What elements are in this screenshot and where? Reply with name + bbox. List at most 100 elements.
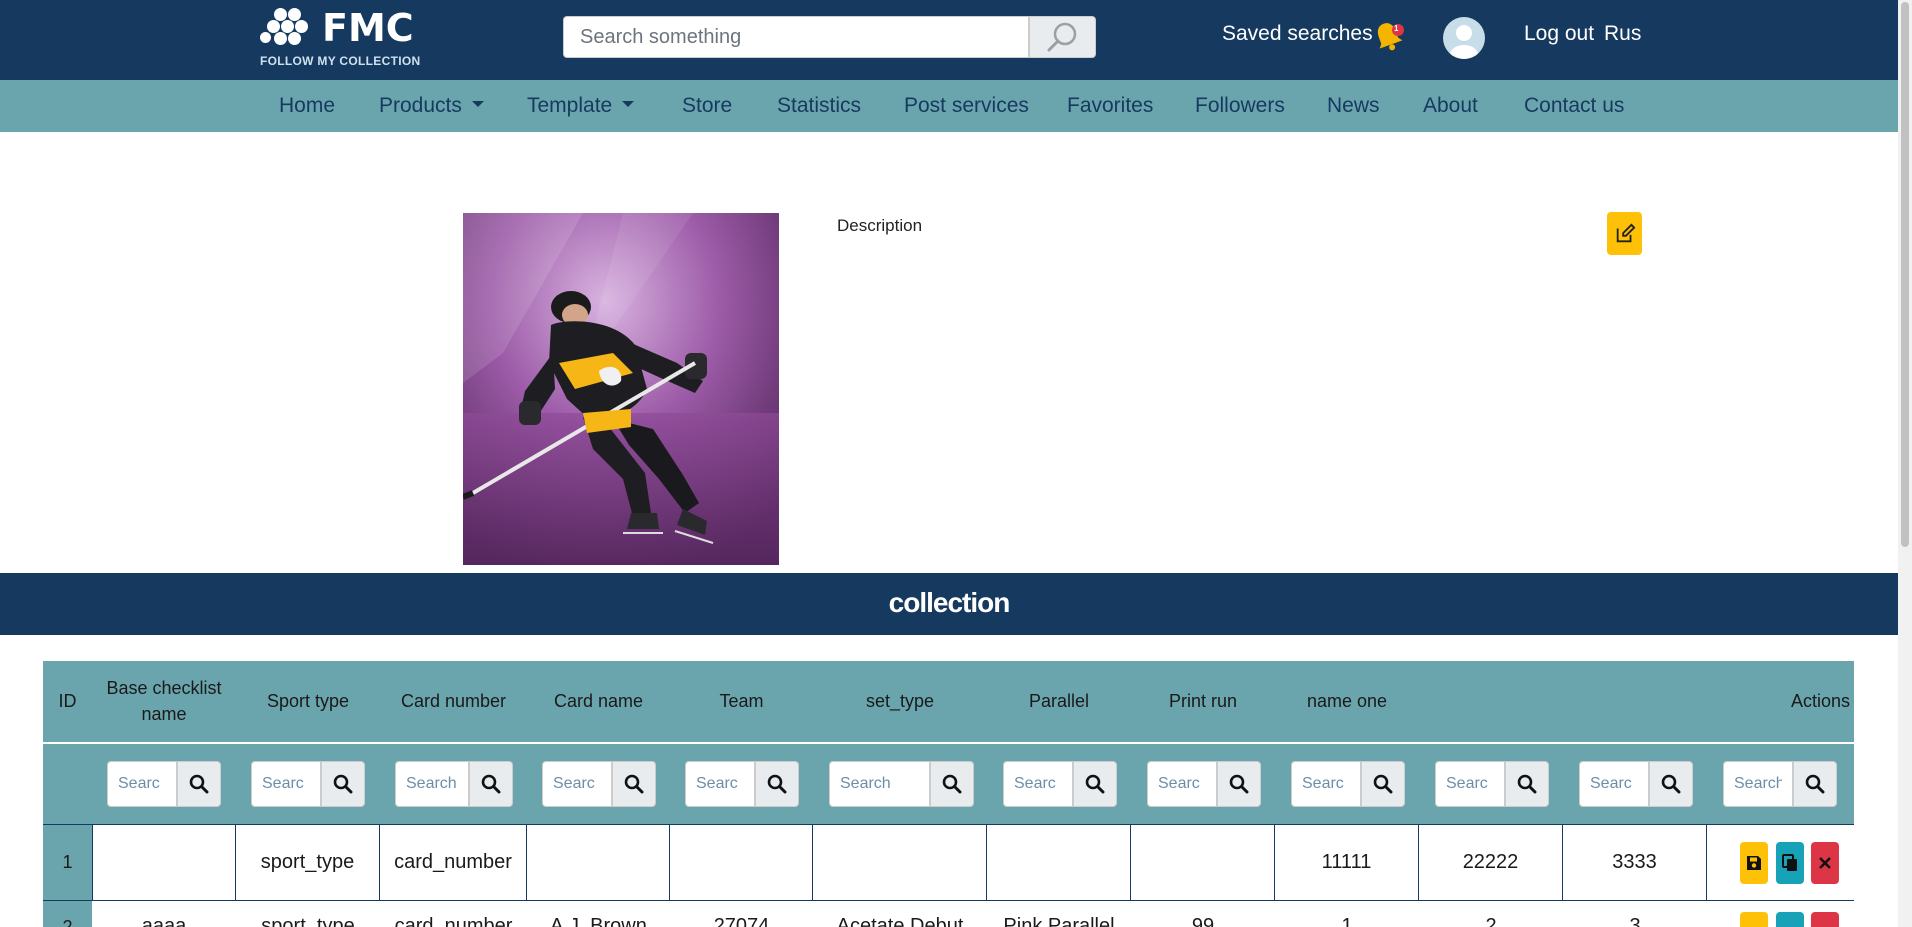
cell-set-type[interactable]: Acetate Debut	[813, 901, 987, 927]
nav-store[interactable]: Store	[682, 94, 732, 118]
filter-input[interactable]	[685, 761, 755, 807]
column-header-parallel[interactable]: Parallel	[987, 661, 1131, 742]
search-icon	[1229, 774, 1249, 794]
copy-icon	[1782, 854, 1797, 871]
delete-row-button[interactable]	[1811, 912, 1839, 927]
copy-row-button[interactable]	[1776, 912, 1804, 927]
cell-name-one[interactable]: 1	[1275, 901, 1419, 927]
filter-input[interactable]	[1291, 761, 1361, 807]
column-header-set-type[interactable]: set_type	[813, 661, 987, 742]
collection-header: collection	[0, 573, 1898, 635]
notification-bell-icon[interactable]: 1	[1370, 18, 1406, 54]
cell-print-run[interactable]: 99	[1131, 901, 1275, 927]
filter-search-button[interactable]	[1793, 761, 1837, 807]
cell-team[interactable]	[670, 825, 813, 900]
cell-team[interactable]: 27074	[670, 901, 813, 927]
global-search-button[interactable]	[1029, 16, 1096, 58]
filter-input[interactable]	[1435, 761, 1505, 807]
user-avatar[interactable]	[1443, 17, 1485, 59]
table-row[interactable]: 2 aaaa sport_type card_number A.J. Brown…	[43, 901, 1854, 927]
nav-statistics[interactable]: Statistics	[777, 94, 861, 118]
filter-input[interactable]	[542, 761, 612, 807]
cell-base-checklist-name[interactable]	[92, 825, 236, 900]
column-header-print-run[interactable]: Print run	[1131, 661, 1275, 742]
copy-row-button[interactable]	[1776, 842, 1804, 884]
collection-table: ID Base checklist name Sport type Card n…	[43, 661, 1854, 927]
cell-card-name[interactable]	[527, 825, 670, 900]
filter-search-button[interactable]	[612, 761, 656, 807]
cell-card-number[interactable]: card_number	[380, 825, 527, 900]
filter-search-button[interactable]	[755, 761, 799, 807]
nav-news[interactable]: News	[1327, 94, 1380, 118]
cell-parallel[interactable]	[987, 825, 1131, 900]
filter-extra-2	[1579, 761, 1693, 807]
nav-about[interactable]: About	[1423, 94, 1478, 118]
filter-search-button[interactable]	[1361, 761, 1405, 807]
nav-post-services[interactable]: Post services	[904, 94, 1029, 118]
language-switch[interactable]: Rus	[1604, 22, 1641, 46]
nav-followers[interactable]: Followers	[1195, 94, 1285, 118]
column-header-name-one[interactable]: name one	[1275, 661, 1419, 742]
cell-sport-type[interactable]: sport_type	[236, 901, 380, 927]
cell-parallel[interactable]: Pink Parallel	[987, 901, 1131, 927]
filter-input[interactable]	[1723, 761, 1793, 807]
filter-input[interactable]	[107, 761, 177, 807]
filter-search-button[interactable]	[469, 761, 513, 807]
global-search-input[interactable]	[563, 16, 1029, 58]
nav-products[interactable]: Products	[379, 94, 484, 118]
filter-search-button[interactable]	[930, 761, 974, 807]
filter-input[interactable]	[829, 761, 930, 807]
filter-input[interactable]	[1003, 761, 1073, 807]
save-row-button[interactable]	[1740, 842, 1768, 884]
cell-card-name[interactable]: A.J. Brown	[527, 901, 670, 927]
column-header-id[interactable]: ID	[43, 661, 92, 742]
cell-print-run[interactable]	[1131, 825, 1275, 900]
nav-template-label: Template	[527, 94, 613, 117]
saved-searches-link[interactable]: Saved searches	[1222, 22, 1373, 46]
nav-home[interactable]: Home	[279, 94, 335, 118]
column-header-base-checklist-name[interactable]: Base checklist name	[92, 661, 236, 742]
cell-card-number[interactable]: card_number	[380, 901, 527, 927]
magnifier-icon	[1047, 22, 1076, 52]
filter-search-button[interactable]	[1217, 761, 1261, 807]
scrollbar-thumb[interactable]	[1901, 2, 1909, 547]
cell-base-checklist-name[interactable]: aaaa	[92, 901, 236, 927]
close-icon	[1819, 857, 1831, 869]
column-header-card-number[interactable]: Card number	[380, 661, 527, 742]
filter-search-button[interactable]	[177, 761, 221, 807]
cell-extra-2[interactable]: 3333	[1563, 825, 1707, 900]
nav-favorites[interactable]: Favorites	[1067, 94, 1153, 118]
save-row-button[interactable]	[1740, 912, 1768, 927]
top-bar: FMC FOLLOW MY COLLECTION Saved searches …	[0, 0, 1898, 80]
edit-description-button[interactable]	[1607, 212, 1642, 255]
cell-extra-1[interactable]: 2	[1419, 901, 1563, 927]
cell-name-one[interactable]: 11111	[1275, 825, 1419, 900]
column-header-extra-1[interactable]	[1419, 661, 1563, 742]
column-header-card-name[interactable]: Card name	[527, 661, 670, 742]
delete-row-button[interactable]	[1811, 842, 1839, 884]
filter-search-button[interactable]	[1505, 761, 1549, 807]
fmc-logo[interactable]: FMC FOLLOW MY COLLECTION	[258, 6, 428, 72]
bell-icon	[1377, 23, 1404, 51]
column-header-team[interactable]: Team	[670, 661, 813, 742]
filter-input[interactable]	[251, 761, 321, 807]
cell-set-type[interactable]	[813, 825, 987, 900]
column-header-sport-type[interactable]: Sport type	[236, 661, 380, 742]
filter-input[interactable]	[395, 761, 469, 807]
cell-extra-1[interactable]: 22222	[1419, 825, 1563, 900]
nav-template[interactable]: Template	[527, 94, 635, 118]
filter-search-button[interactable]	[1073, 761, 1117, 807]
filter-search-button[interactable]	[1649, 761, 1693, 807]
filter-input[interactable]	[1579, 761, 1649, 807]
filter-search-button[interactable]	[321, 761, 365, 807]
cell-sport-type[interactable]: sport_type	[236, 825, 380, 900]
page-scrollbar[interactable]	[1898, 0, 1912, 927]
logout-link[interactable]: Log out	[1524, 22, 1594, 46]
filter-input[interactable]	[1147, 761, 1217, 807]
table-row[interactable]: 1 sport_type card_number 11111 22222 333…	[43, 824, 1854, 901]
filter-parallel	[1003, 761, 1117, 807]
cell-extra-2[interactable]: 3	[1563, 901, 1707, 927]
nav-contact-us[interactable]: Contact us	[1524, 94, 1624, 118]
filter-actions	[1723, 761, 1837, 807]
column-header-extra-2[interactable]	[1563, 661, 1707, 742]
